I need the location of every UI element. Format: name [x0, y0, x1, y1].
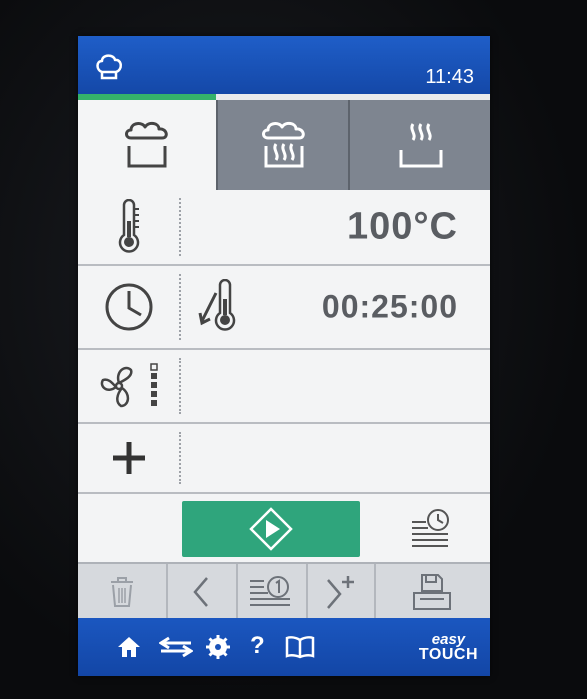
back-arrow-icon [193, 577, 208, 607]
save-button[interactable] [374, 564, 490, 620]
clock-time: 11:43 [425, 66, 474, 88]
manual-icon [285, 636, 315, 659]
tab-convection[interactable] [348, 100, 490, 190]
home-button[interactable] [114, 618, 144, 676]
fan-level-indicator [150, 363, 158, 406]
temperature-row[interactable]: 100°C [78, 190, 490, 266]
delayed-start-icon[interactable] [410, 508, 452, 548]
timer-value: 00:25:00 [321, 288, 458, 325]
plus-icon [113, 442, 145, 474]
bottom-nav-bar: ? easy TOUCH [78, 618, 490, 676]
start-button[interactable] [182, 501, 360, 557]
thermometer-icon [118, 199, 140, 253]
previous-step-button[interactable] [166, 564, 238, 620]
add-step-icon [327, 576, 354, 609]
play-icon [249, 507, 293, 551]
home-icon [118, 637, 140, 657]
combi-mode-icon [262, 121, 305, 168]
help-button[interactable]: ? [250, 632, 265, 660]
trash-icon [111, 577, 133, 607]
easytouch-logo: easy TOUCH [418, 631, 478, 663]
settings-button[interactable] [202, 618, 234, 676]
temperature-icon-cell [78, 190, 180, 264]
mode-tabs [78, 100, 490, 190]
temperature-value: 100°C [346, 205, 458, 248]
return-icon [159, 636, 193, 658]
timer-row[interactable]: 00:25:00 [78, 266, 490, 350]
tab-steam[interactable] [78, 100, 216, 190]
touch-screen: 11:43 100°C 00:25:00 ? easy TOUCH [78, 36, 490, 676]
manual-button[interactable] [282, 618, 318, 676]
program-toolbar [78, 562, 490, 620]
delete-button[interactable] [78, 564, 168, 620]
fan-row[interactable] [78, 350, 490, 424]
chef-hat-icon[interactable] [94, 50, 124, 82]
extras-row[interactable] [78, 424, 490, 494]
settings-icon [206, 635, 230, 659]
save-icon [413, 574, 451, 610]
core-probe-icon[interactable] [198, 279, 244, 335]
header-bar: 11:43 [78, 36, 490, 94]
start-row [78, 494, 490, 562]
step-list-button[interactable] [236, 564, 308, 620]
fan-icon-cell [78, 350, 180, 422]
convection-mode-icon [399, 123, 443, 168]
return-button[interactable] [156, 618, 196, 676]
timer-icon-cell [78, 266, 180, 348]
fan-icon [100, 363, 158, 408]
extras-icon-cell [78, 424, 180, 492]
steam-mode-icon [125, 121, 168, 168]
add-step-button[interactable] [306, 564, 376, 620]
tab-combi[interactable] [216, 100, 350, 190]
clock-icon [105, 283, 153, 331]
step-one-icon [250, 576, 290, 606]
